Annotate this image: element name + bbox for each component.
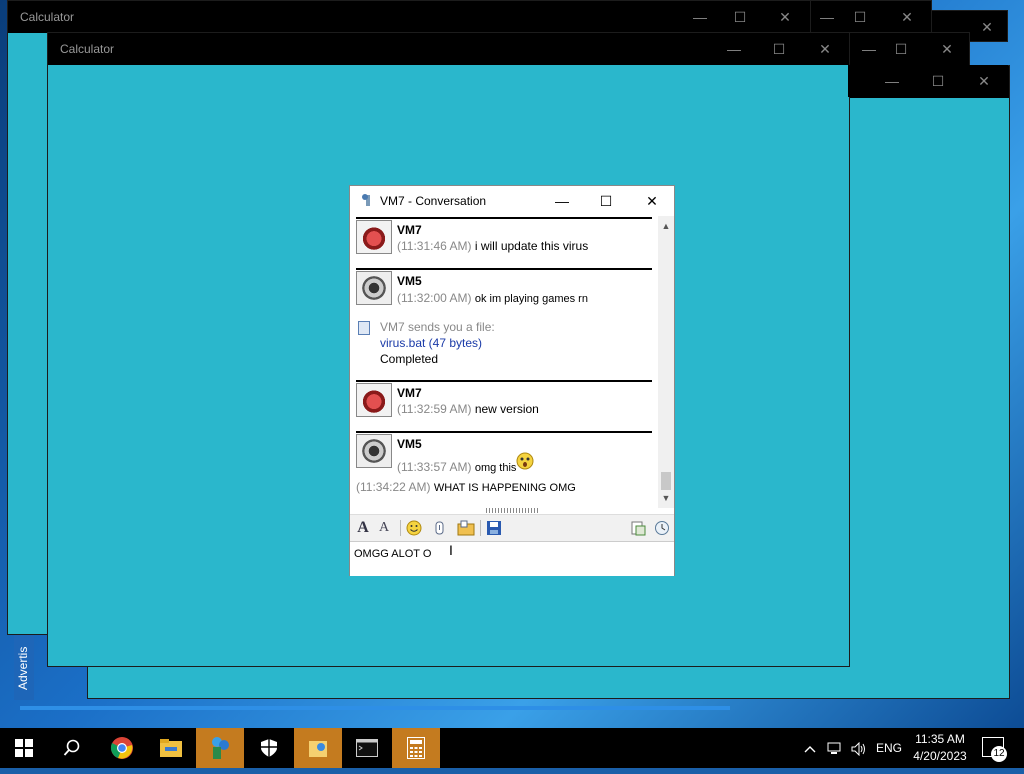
file-explorer-icon[interactable] bbox=[147, 728, 195, 768]
close-icon[interactable]: ✕ bbox=[927, 33, 967, 65]
message-input-text: OMGG ALOT O bbox=[354, 548, 432, 560]
message-scrollbar[interactable]: ▲ ▼ bbox=[658, 216, 674, 508]
maximize-icon[interactable]: ☐ bbox=[840, 1, 880, 33]
send-file-icon[interactable] bbox=[456, 518, 476, 538]
sender-name: VM7 bbox=[397, 223, 422, 237]
surprised-emoticon-icon bbox=[516, 452, 534, 470]
maximize-icon[interactable]: ☐ bbox=[591, 190, 621, 212]
close-icon[interactable]: ✕ bbox=[765, 1, 805, 33]
start-button[interactable] bbox=[0, 728, 48, 768]
message-input[interactable]: OMGG ALOT O bbox=[350, 541, 674, 576]
message-separator bbox=[356, 268, 652, 270]
message-text: new version bbox=[474, 402, 539, 416]
minimize-icon[interactable]: — bbox=[680, 1, 720, 33]
save-icon[interactable] bbox=[484, 518, 504, 538]
minimize-icon[interactable]: — bbox=[547, 190, 577, 212]
close-icon[interactable]: ✕ bbox=[967, 11, 1007, 43]
message-time: (11:33:57 AM) bbox=[397, 460, 472, 474]
system-clock[interactable]: 11:35 AM 4/20/2023 bbox=[905, 731, 975, 765]
close-icon[interactable]: ✕ bbox=[964, 65, 1004, 97]
toolbar-separator bbox=[480, 520, 481, 536]
sender-name: VM7 bbox=[397, 386, 422, 400]
chevron-up-icon[interactable] bbox=[804, 728, 816, 768]
window-top-right-back[interactable]: — ☐ ✕ bbox=[806, 0, 932, 34]
emoticon-icon[interactable] bbox=[404, 518, 424, 538]
formatting-toolbar: A A bbox=[350, 514, 674, 541]
calculator-taskbar-icon[interactable] bbox=[392, 728, 440, 768]
taskbar: ENG 11:35 AM 4/20/2023 12 bbox=[0, 728, 1024, 768]
window-title: Calculator bbox=[60, 42, 115, 56]
command-prompt-icon[interactable] bbox=[343, 728, 391, 768]
window-mid-right-back[interactable]: — ☐ ✕ bbox=[848, 32, 970, 66]
search-icon[interactable] bbox=[48, 728, 96, 768]
message-separator bbox=[356, 431, 652, 433]
resize-grip[interactable] bbox=[486, 508, 538, 513]
message-time: (11:31:46 AM) bbox=[397, 239, 472, 253]
font-icon[interactable]: A bbox=[353, 518, 373, 538]
file-icon bbox=[358, 321, 370, 335]
sender-name: VM5 bbox=[397, 437, 422, 451]
message-time: (11:34:22 AM) bbox=[356, 480, 431, 494]
language-indicator[interactable]: ENG bbox=[876, 728, 902, 768]
message-time: (11:32:00 AM) bbox=[397, 291, 472, 305]
conversation-title: VM7 - Conversation bbox=[380, 194, 487, 208]
notification-count: 12 bbox=[991, 746, 1007, 762]
avatar bbox=[356, 220, 392, 254]
advertisement-strip[interactable]: Advertis bbox=[14, 630, 34, 700]
maximize-icon[interactable]: ☐ bbox=[881, 33, 921, 65]
window-title: Calculator bbox=[20, 10, 75, 24]
scrollbar-thumb[interactable] bbox=[661, 472, 671, 490]
message-time: (11:32:59 AM) bbox=[397, 402, 472, 416]
nudge-icon[interactable] bbox=[430, 518, 450, 538]
chrome-icon[interactable] bbox=[98, 728, 146, 768]
avatar bbox=[356, 383, 392, 417]
clock-date: 4/20/2023 bbox=[913, 749, 967, 763]
desktop-blue-bar bbox=[20, 706, 730, 710]
security-shield-icon[interactable] bbox=[245, 728, 293, 768]
window-right-titlebar[interactable]: — ☐ ✕ bbox=[848, 65, 1008, 97]
message-separator bbox=[356, 380, 652, 382]
message-separator bbox=[356, 217, 652, 219]
font-style-icon[interactable]: A bbox=[374, 518, 394, 538]
clock-time: 11:35 AM bbox=[915, 732, 965, 746]
user-folder-icon[interactable] bbox=[294, 728, 342, 768]
messenger-icon bbox=[362, 194, 370, 206]
file-transfer-intro: VM7 sends you a file: bbox=[380, 320, 495, 334]
action-center-icon[interactable]: 12 bbox=[982, 737, 1007, 762]
message-text: WHAT IS HAPPENING OMG bbox=[433, 482, 576, 494]
close-icon[interactable]: ✕ bbox=[637, 190, 667, 212]
scroll-down-icon[interactable]: ▼ bbox=[658, 490, 674, 506]
minimize-icon[interactable]: — bbox=[714, 33, 754, 65]
volume-icon[interactable] bbox=[851, 728, 867, 768]
file-transfer-status: Completed bbox=[380, 352, 439, 366]
close-icon[interactable]: ✕ bbox=[805, 33, 845, 65]
message-text: i will update this virus bbox=[474, 239, 589, 253]
close-icon[interactable]: ✕ bbox=[887, 1, 927, 33]
message-text: omg this bbox=[474, 462, 517, 474]
message-history[interactable]: VM7 (11:31:46 AM) i will update this vir… bbox=[350, 216, 658, 506]
conversation-titlebar[interactable]: VM7 - Conversation — ☐ ✕ bbox=[350, 186, 674, 216]
maximize-icon[interactable]: ☐ bbox=[918, 65, 958, 97]
history-icon[interactable] bbox=[652, 518, 672, 538]
avatar bbox=[356, 271, 392, 305]
conversation-window[interactable]: VM7 - Conversation — ☐ ✕ VM7 (11:31:46 A… bbox=[349, 185, 675, 576]
avatar bbox=[356, 434, 392, 468]
paste-icon[interactable] bbox=[628, 518, 648, 538]
network-icon[interactable] bbox=[827, 728, 843, 768]
message-text: ok im playing games rn bbox=[474, 293, 588, 305]
messenger-taskbar-icon[interactable] bbox=[196, 728, 244, 768]
minimize-icon[interactable]: — bbox=[872, 65, 912, 97]
maximize-icon[interactable]: ☐ bbox=[720, 1, 760, 33]
maximize-icon[interactable]: ☐ bbox=[759, 33, 799, 65]
file-link[interactable]: virus.bat (47 bytes) bbox=[380, 336, 482, 350]
toolbar-separator bbox=[400, 520, 401, 536]
text-cursor-icon: I bbox=[449, 542, 453, 558]
scroll-up-icon[interactable]: ▲ bbox=[658, 218, 674, 234]
ad-text: Advertis bbox=[16, 646, 30, 690]
sender-name: VM5 bbox=[397, 274, 422, 288]
